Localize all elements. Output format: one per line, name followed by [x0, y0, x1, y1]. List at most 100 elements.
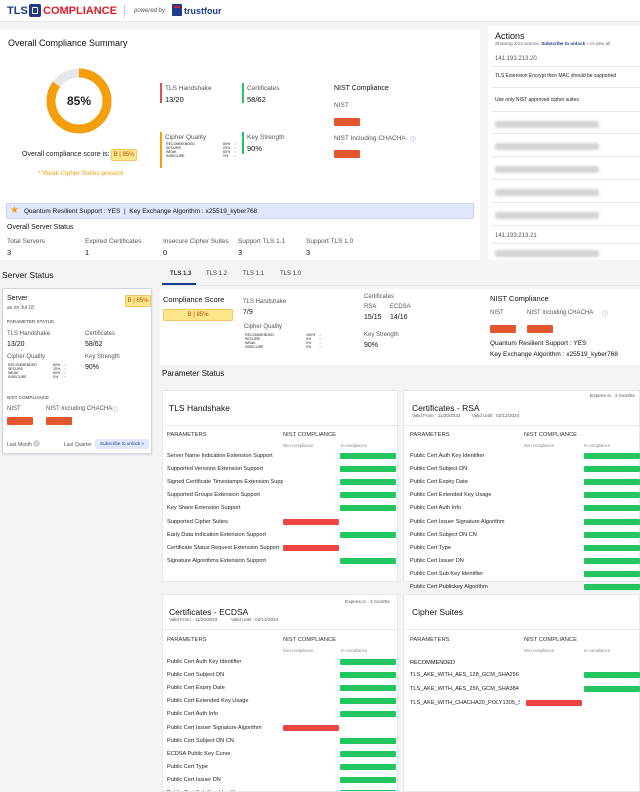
certificates-indicator	[242, 83, 244, 103]
action-item-1[interactable]: TLS Extension Encrypt then MAC should be…	[495, 73, 616, 79]
detail-score-badge: B | 85%	[163, 309, 233, 321]
stat-insecure-ciphers: Insecure Cipher Suites 0	[163, 238, 229, 257]
star-icon: ★	[10, 205, 19, 216]
cipher-panel-title: Cipher Suites	[412, 607, 464, 617]
locked-action-6	[495, 250, 599, 257]
detail-cipher-label: Cipher Quality	[244, 324, 283, 330]
tls-handshake-panel: TLS Handshake PARAMETERS NIST COMPLIANCE…	[162, 390, 399, 582]
action-item-2[interactable]: Use only NIST approved cipher suites	[495, 97, 579, 103]
ecdsa-expires: Expires in : 2 months	[345, 600, 390, 605]
rsa-value: 15/15	[364, 314, 382, 321]
in-compliance-bar	[340, 479, 396, 486]
param-row-label: ECDSA Public Key Curve	[167, 750, 231, 757]
detail-cipher-table: RECOMMENDED 100% ○ SECURE 0% ○ WEAK 0% ○ INSEC…	[245, 333, 322, 349]
rsa-valid-from: Valid From : 11/20/2023	[412, 413, 461, 418]
param-row-label: TLS_AKE_WITH_AES_128_GCM_SHA256	[410, 672, 519, 678]
in-compliance-bar	[584, 672, 640, 678]
detail-kex: Key Exchange Algorithm : x25519_kyber768	[490, 351, 618, 358]
stat-total-servers: Total Servers 3	[7, 238, 45, 257]
recommended-label: RECOMMENDED	[410, 660, 456, 666]
param-row-label: Public Cert Subject DN CN	[167, 737, 234, 744]
tab-tls10[interactable]: TLS 1.0	[280, 271, 301, 277]
tab-tls13[interactable]: TLS 1.3	[170, 271, 191, 277]
certificates-value: 58/62	[247, 95, 266, 104]
brand-divider	[124, 5, 125, 17]
rsa-col-nist: NIST COMPLIANCE	[524, 432, 578, 438]
server-cipher-label: Cipher Quality	[7, 354, 46, 360]
in-compliance-bar	[340, 737, 396, 744]
in-compliance-bar	[340, 685, 396, 692]
tab-tls12[interactable]: TLS 1.2	[206, 271, 227, 277]
locked-action-4	[495, 189, 599, 196]
server-nist-info-icon[interactable]: ⓘ	[112, 405, 118, 414]
param-row-label: Public Cert Expiry Date	[410, 479, 468, 486]
in-compliance-bar	[340, 531, 396, 538]
param-row-label: Public Cert Publickey Algorithm	[410, 584, 488, 590]
actions-title: Actions	[495, 31, 525, 41]
brand-product: COMPLIANCE	[43, 5, 117, 17]
ecdsa-valid-until: Valid Until : 02/12/2024	[231, 617, 279, 622]
non-compliance-bar	[283, 724, 339, 731]
param-row-label: Public Cert Issuer Signature Algorithm	[410, 518, 505, 525]
in-compliance-bar	[340, 763, 396, 770]
server-status-heading: Server Status	[2, 270, 54, 280]
cipher-indicator	[160, 132, 162, 168]
brand-tls: TLS	[7, 5, 28, 17]
last-quarter-label: Last Quarter	[64, 442, 92, 448]
in-compliance-bar	[584, 686, 640, 692]
param-row-label: Signed Certificate Timestamps Extension …	[167, 479, 283, 486]
detail-handshake-value: 7/9	[243, 309, 253, 316]
in-compliance-bar	[340, 453, 396, 459]
quantum-text: Quantum Resilient Support : YES | Key Ex…	[24, 208, 258, 215]
in-compliance-bar	[340, 557, 396, 564]
cipher-col-in: In-compliance	[584, 648, 611, 653]
nist-chacha-info-icon[interactable]: ⓘ	[410, 135, 416, 144]
detail-nist-info-icon[interactable]: ⓘ	[602, 309, 608, 318]
detail-handshake-label: TLS Handshake	[243, 299, 287, 305]
param-row-label: Public Cert Subject DN	[167, 672, 225, 679]
cipher-col-parameters: PARAMETERS	[410, 637, 450, 643]
param-row-label: Public Cert Type	[167, 763, 208, 770]
server-date: as on Jul 18	[7, 305, 34, 311]
stat-tls11: Support TLS 1.1 3	[238, 238, 286, 257]
actions-subtitle: Showing 2/14 actions. Subscribe to unloc…	[495, 41, 611, 46]
param-row-label: Public Cert Sub Key Identifier	[410, 570, 484, 577]
action-ip-1: 141.193.213.20	[495, 56, 537, 62]
powered-by-label: powered by	[134, 8, 166, 14]
compliance-score-label: Compliance Score	[163, 295, 225, 304]
col-non: Non-compliance	[283, 443, 314, 448]
param-row-label: Public Cert Issuer DN	[167, 776, 221, 783]
in-compliance-bar	[584, 492, 640, 499]
server-label: Server	[7, 295, 28, 302]
param-row-label: Supported Cipher Suites	[167, 518, 228, 525]
trustfour-logo-icon	[172, 4, 182, 16]
in-compliance-bar	[340, 492, 396, 499]
nist-status-bar	[334, 118, 360, 126]
server-nist-label: NIST COMPLIANCE	[7, 395, 50, 400]
subscribe-button[interactable]: Subscribe to unlock »	[95, 439, 149, 449]
ecdsa-col-parameters: PARAMETERS	[167, 637, 207, 643]
score-label: Overall compliance score is:	[22, 151, 110, 158]
last-month-toggle-icon[interactable]	[33, 440, 40, 447]
in-compliance-bar	[584, 531, 640, 538]
rsa-panel-title: Certificates - RSA	[412, 403, 480, 413]
rsa-col-non: Non-compliance	[524, 443, 555, 448]
param-row-label: Public Cert Subject DN CN	[410, 531, 477, 538]
tab-tls11[interactable]: TLS 1.1	[243, 271, 264, 277]
action-ip-2: 141.193.213.21	[495, 233, 537, 239]
detail-nist-title: NIST Compliance	[490, 294, 549, 303]
in-compliance-bar	[584, 505, 640, 512]
server-card[interactable]: Server as on Jul 18 B | 85% PARAMETER ST…	[2, 288, 152, 454]
parameter-status-title: Parameter Status	[162, 369, 225, 378]
actions-subscribe-link[interactable]: Subscribe to unlock	[541, 41, 585, 46]
param-row-label: Public Cert Issuer DN	[410, 557, 464, 564]
server-nist-name: NIST	[7, 406, 21, 412]
last-month-label: Last Month	[7, 442, 32, 448]
param-row-label: Certificate Status Request Extension Sup…	[167, 544, 280, 551]
in-compliance-bar	[584, 518, 640, 525]
in-compliance-bar	[340, 776, 396, 783]
non-compliance-bar	[526, 700, 582, 706]
param-row-label: Public Cert Subject DN	[410, 466, 468, 473]
ecdsa-value: 14/16	[390, 314, 408, 321]
quantum-banner: ★ Quantum Resilient Support : YES | Key …	[6, 203, 474, 219]
